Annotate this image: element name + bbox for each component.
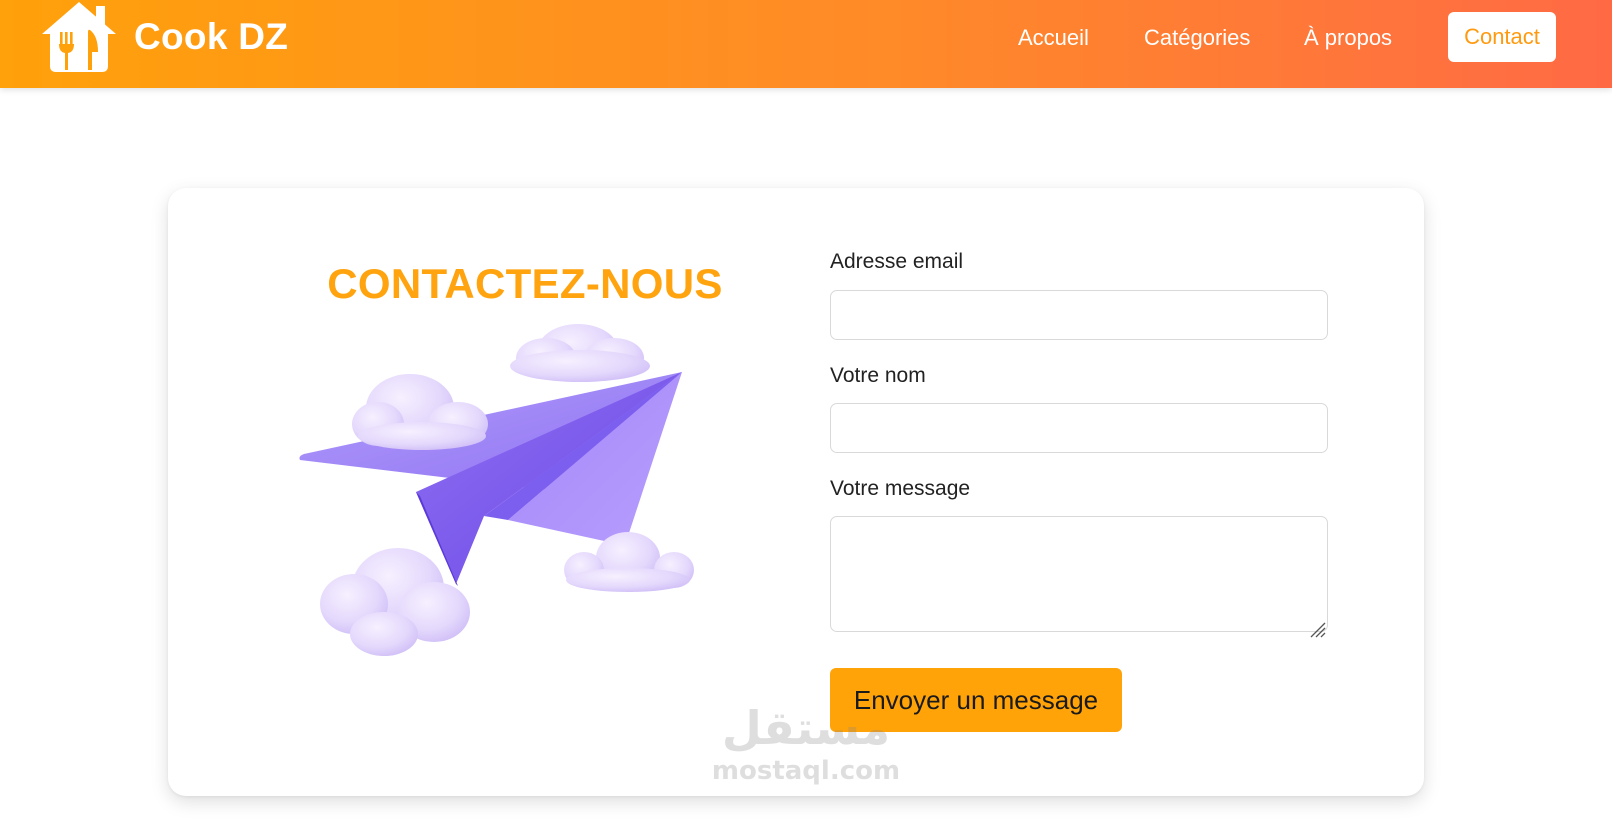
watermark: مستقل mostaql.com (686, 700, 926, 810)
nav-link-categories[interactable]: Catégories (1144, 20, 1250, 56)
navbar: Cook DZ Accueil Catégories À propos Cont… (0, 0, 1612, 88)
cloud-left-wing (352, 374, 488, 450)
nav-link-contact[interactable]: Contact (1448, 12, 1556, 62)
message-label: Votre message (830, 477, 971, 500)
message-textarea[interactable] (830, 516, 1328, 632)
restaurant-house-cutlery-icon (42, 2, 116, 72)
watermark-latin: mostaql.com (711, 756, 901, 786)
watermark-arabic: مستقل (721, 701, 891, 755)
brand-name: Cook DZ (134, 16, 289, 57)
nav-link-home[interactable]: Accueil (1018, 20, 1089, 56)
email-label: Adresse email (830, 250, 964, 273)
brand-link[interactable]: Cook DZ (36, 0, 288, 74)
name-field[interactable] (830, 403, 1328, 453)
cloud-bottom-right (564, 532, 694, 592)
cloud-top-right (510, 324, 650, 382)
nav-link-about[interactable]: À propos (1304, 20, 1392, 56)
email-field[interactable] (830, 290, 1328, 340)
name-label: Votre nom (830, 364, 926, 387)
paper-plane-clouds-illustration (299, 324, 694, 656)
resize-grip-icon[interactable] (1308, 620, 1326, 638)
contact-title: CONTACTEZ-NOUS (327, 260, 723, 307)
